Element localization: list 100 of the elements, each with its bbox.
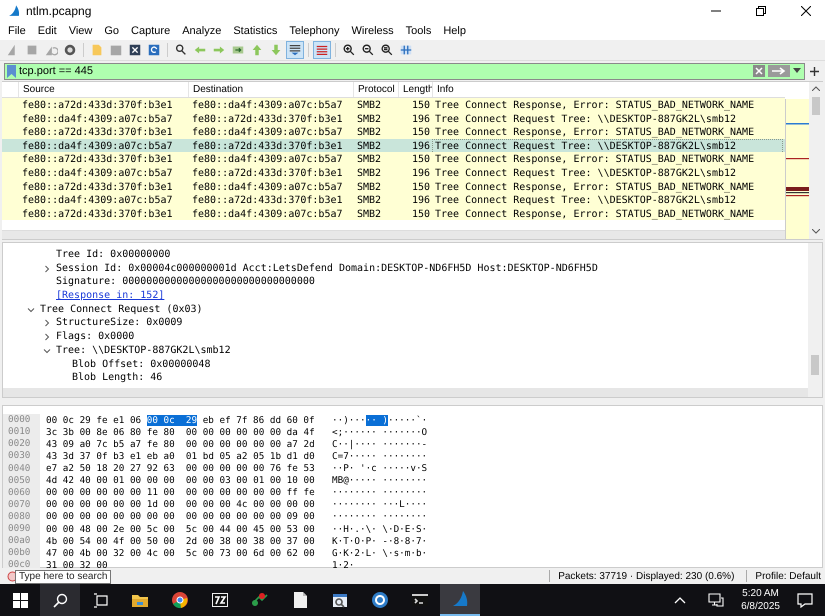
search-button[interactable]	[40, 584, 80, 616]
menu-item[interactable]: Tools	[400, 24, 438, 37]
packet-row[interactable]: fe80::da4f:4309:a07c:b5a7 fe80::a72d:433d:370f:b3e1 SMB2 196 Tree Connect Request Tree: \\DESKTOP-887GK2L\smb12	[2, 112, 785, 126]
packet-minimap[interactable]	[785, 99, 809, 240]
detail-field[interactable]: Flags: 0x0000	[56, 331, 134, 342]
detail-field[interactable]: Session Id: 0x00004c000000001d Acct:LetsDefend Domain:DESKTOP-ND6FH5D Host:DESKTOP-ND6FH5D	[56, 262, 598, 274]
menu-item[interactable]: Statistics	[227, 24, 284, 37]
menu-item[interactable]: Wireless	[346, 24, 400, 37]
shark-fin-icon	[7, 4, 21, 18]
packet-row[interactable]: fe80::a72d:433d:370f:b3e1 fe80::da4f:4309:a07c:b5a7 SMB2 150 Tree Connect Response, Error: STATUS_BAD_NETWORK_NAME	[2, 152, 785, 166]
menu-item[interactable]: Go	[98, 24, 126, 37]
column-header[interactable]: Protocol	[353, 82, 398, 98]
table-cell-text: SMB2	[356, 140, 382, 153]
hex-bytes[interactable]: 4b 00 54 00 4f 00 50 00 2d 00 38 00 38 00 37 00	[46, 536, 315, 547]
horizontal-scrollbar[interactable]	[2, 230, 785, 240]
profile-label[interactable]: Profile: Default	[755, 570, 825, 582]
hex-bytes[interactable]: 00 00 48 00 2e 00 5c 00 5c 00 44 00 45 00 53 00	[46, 524, 315, 535]
hex-bytes[interactable]: 31 00 32 00	[46, 560, 108, 571]
ascii-bytes[interactable]: ········ ········	[332, 511, 428, 522]
menu-item[interactable]: Capture	[125, 24, 176, 37]
detail-field[interactable]: Tree Id: 0x00000000	[56, 249, 170, 260]
ascii-bytes[interactable]: K·T·O·P· -·8·8·7·	[332, 536, 428, 547]
detail-field[interactable]: Blob Offset: 0x00000048	[72, 358, 210, 370]
hex-bytes[interactable]: 00 0c 29	[146, 414, 198, 426]
hex-bytes[interactable]: 00 0c 29 fe e1 06	[46, 414, 142, 426]
ascii-bytes[interactable]: C··|···· ·······-	[332, 438, 428, 450]
detail-field[interactable]: Tree: \\DESKTOP-887GK2L\smb12	[56, 344, 231, 356]
hex-bytes[interactable]: eb ef 7f 86 dd 60 0f	[202, 414, 315, 426]
packet-row[interactable]: fe80::a72d:433d:370f:b3e1 fe80::da4f:4309:a07c:b5a7 SMB2 150 Tree Connect Response, Error: STATUS_BAD_NETWORK_NAME	[2, 98, 785, 112]
ascii-bytes[interactable]: ··)···	[332, 414, 366, 426]
detail-field[interactable]: Blob Length: 46	[72, 372, 162, 384]
scroll-up-icon[interactable]	[812, 86, 820, 92]
autoscroll-icon	[288, 42, 302, 57]
ascii-bytes[interactable]: G·K·2·L· \·s·m·b·	[332, 548, 428, 559]
table-cell-text: fe80::da4f:4309:a07c:b5a7	[191, 208, 344, 221]
table-cell-text: fe80::da4f:4309:a07c:b5a7	[21, 140, 174, 153]
columns-icon	[399, 42, 413, 57]
scroll-thumb[interactable]	[812, 97, 820, 116]
hex-bytes[interactable]: e7 a2 50 18 20 27 92 63 00 00 00 00 00 76 fe 53	[46, 463, 315, 474]
clear-icon[interactable]	[753, 65, 765, 78]
hex-bytes[interactable]: 43 09 a0 7c b5 a7 fe 80 00 00 00 00 00 00 a7 2d	[46, 438, 315, 450]
ascii-bytes[interactable]: MB@····· ········	[332, 475, 428, 486]
folder-icon	[90, 42, 104, 57]
menu-item[interactable]: Edit	[32, 24, 63, 37]
scroll-thumb[interactable]	[811, 355, 819, 376]
display-filter-field[interactable]: tcp.port == 445	[4, 62, 805, 80]
packet-row[interactable]: fe80::a72d:433d:370f:b3e1 fe80::da4f:4309:a07c:b5a7 SMB2 150 Tree Connect Response, Error: STATUS_BAD_NETWORK_NAME	[2, 125, 785, 139]
ascii-bytes[interactable]: <;······ ·······O	[332, 426, 428, 438]
close-file-icon	[128, 42, 142, 57]
chevron-up-icon[interactable]	[674, 596, 686, 604]
notification-icon[interactable]	[797, 592, 813, 608]
ascii-bytes[interactable]: ·····`·	[388, 414, 428, 426]
column-header[interactable]: Source	[18, 82, 188, 98]
ascii-bytes[interactable]: ········ ········	[332, 487, 428, 498]
ascii-bytes[interactable]: ········ ···L····	[332, 499, 428, 510]
hex-bytes[interactable]: 00 00 00 00 00 00 11 00 00 00 00 00 00 00 ff fe	[46, 487, 315, 498]
plus-icon[interactable]	[810, 66, 819, 76]
packet-row[interactable]: fe80::a72d:433d:370f:b3e1 fe80::da4f:4309:a07c:b5a7 SMB2 150 Tree Connect Response, Error: STATUS_BAD_NETWORK_NAME	[2, 180, 785, 194]
packet-row[interactable]: fe80::a72d:433d:370f:b3e1 fe80::da4f:4309:a07c:b5a7 SMB2 150 Tree Connect Response, Error: STATUS_BAD_NETWORK_NAME	[2, 206, 785, 220]
hex-bytes[interactable]: 00 00 00 00 00 00 1d 00 00 00 00 4c 00 00 00 00	[46, 499, 315, 510]
hex-bytes[interactable]: 43 3d 37 0f b3 e1 eb a0 01 bd 05 a2 05 1b d1 d0	[46, 451, 315, 462]
horizontal-scrollbar[interactable]	[3, 388, 808, 398]
network-icon[interactable]	[708, 593, 724, 607]
table-cell-text: SMB2	[356, 208, 382, 221]
packet-row[interactable]: fe80::da4f:4309:a07c:b5a7 fe80::a72d:433d:370f:b3e1 SMB2 196 Tree Connect Request Tree: \\DESKTOP-887GK2L\smb12	[2, 138, 785, 152]
hex-bytes[interactable]: 00 00 00 00 00 00 00 00 00 00 00 00 00 00 09 00	[46, 511, 315, 522]
detail-field[interactable]: Signature: 00000000000000000000000000000000	[56, 276, 315, 288]
hex-bytes[interactable]: 3c 3b 00 8e 06 80 fe 80 00 00 00 00 00 00 da 4f	[46, 426, 315, 438]
hex-bytes[interactable]: 4d 42 40 00 01 00 00 00 00 00 03 00 01 00 10 00	[46, 475, 315, 486]
clock-time[interactable]: 5:20 AM	[742, 587, 779, 600]
menu-item[interactable]: Telephony	[283, 24, 346, 37]
toolbar-button[interactable]	[286, 40, 304, 59]
ascii-bytes[interactable]: ·· )	[366, 414, 388, 426]
packet-row[interactable]: fe80::da4f:4309:a07c:b5a7 fe80::a72d:433d:370f:b3e1 SMB2 196 Tree Connect Request Tree: \\DESKTOP-887GK2L\smb12	[2, 193, 785, 207]
table-cell-text: fe80::da4f:4309:a07c:b5a7	[191, 126, 344, 140]
caret-icon[interactable]	[793, 68, 801, 74]
ascii-bytes[interactable]: C=7····· ········	[332, 451, 428, 462]
ascii-bytes[interactable]: ··H·.·\· \·D·E·S·	[332, 524, 428, 535]
response-link[interactable]: [Response in: 152]	[56, 290, 164, 302]
vertical-scrollbar[interactable]	[809, 82, 823, 240]
clock-date[interactable]: 6/8/2025	[741, 600, 780, 613]
close-icon[interactable]	[801, 6, 811, 16]
menu-item[interactable]: File	[2, 24, 32, 37]
bookmark-icon[interactable]	[7, 64, 16, 78]
scroll-down-icon[interactable]	[812, 229, 820, 234]
menu-item[interactable]: Help	[437, 24, 472, 37]
detail-field[interactable]: Tree Connect Request (0x03)	[40, 304, 203, 315]
task-view-icon	[92, 592, 108, 608]
menu-item[interactable]: Analyze	[176, 24, 228, 37]
column-header[interactable]: Info	[432, 82, 785, 98]
menu-item[interactable]: View	[62, 24, 98, 37]
detail-field[interactable]: StructureSize: 0x0009	[56, 317, 182, 328]
packet-row[interactable]: fe80::da4f:4309:a07c:b5a7 fe80::a72d:433d:370f:b3e1 SMB2 196 Tree Connect Request Tree: \\DESKTOP-887GK2L\smb12	[2, 166, 785, 180]
table-cell-text: fe80::da4f:4309:a07c:b5a7	[191, 99, 344, 112]
restore-icon[interactable]	[756, 6, 766, 16]
ascii-bytes[interactable]: ··P· '·c ·····v·S	[332, 463, 428, 474]
column-header[interactable]: Destination	[188, 82, 353, 98]
hex-bytes[interactable]: 47 00 4b 00 32 00 4c 00 5c 00 73 00 6d 00 62 00	[46, 548, 315, 559]
vertical-scrollbar[interactable]	[808, 243, 822, 398]
ascii-bytes[interactable]: 1·2·	[332, 560, 354, 571]
